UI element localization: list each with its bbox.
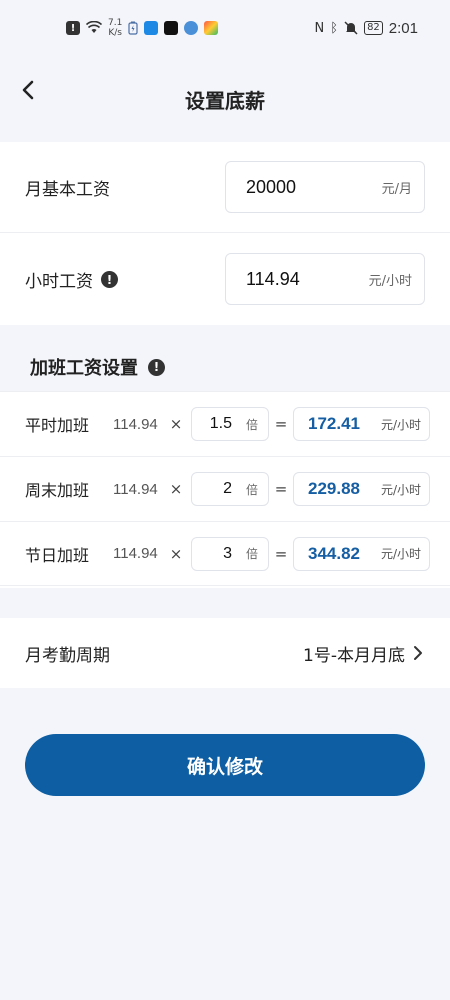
network-speed: 7.1 K/s [108,18,122,38]
multiplier-value[interactable]: 1.5 [210,415,232,433]
status-bar: ! 7.1 K/s N ᛒ 82 2:01 [0,0,450,56]
browser-app-icon [184,21,199,35]
overtime-base-rate: 114.94 [113,545,158,562]
monthly-salary-unit: 元/月 [381,181,412,197]
attendance-period-label: 月考勤周期 [25,645,110,666]
overtime-card: 平时加班 114.94 × 1.5 倍 = 172.41 元/小时 周末加班 1… [0,391,450,588]
overtime-row-weekend: 周末加班 114.94 × 2 倍 = 229.88 元/小时 [0,456,450,521]
overtime-result: 344.82 元/小时 [293,536,430,571]
wifi-icon [86,21,102,33]
monthly-salary-row: 月基本工资 20000 元/月 [0,142,450,233]
multiplier-input[interactable]: 2 倍 [191,472,269,506]
hourly-info-icon[interactable]: ! [101,271,118,288]
overtime-label: 周末加班 [25,481,90,500]
overtime-label: 平时加班 [25,416,90,435]
overtime-row-holiday: 节日加班 114.94 × 3 倍 = 344.82 元/小时 [0,521,450,586]
hourly-salary-row: 小时工资 ! 114.94 元/小时 [0,234,450,325]
overtime-base-rate: 114.94 [113,415,158,433]
overtime-result-value: 344.82 [308,543,360,563]
overtime-info-icon[interactable]: ! [148,358,165,376]
confirm-button[interactable]: 确认修改 [25,734,425,796]
overtime-result: 229.88 元/小时 [293,472,430,506]
battery-saver-icon [128,21,138,35]
alert-icon: ! [66,21,80,35]
hourly-salary-unit: 元/小时 [368,273,412,289]
equals-symbol: = [274,415,288,433]
attendance-period-value-group: 1号-本月月底 [303,641,425,666]
times-symbol: × [169,415,183,433]
equals-symbol: = [274,480,288,498]
mute-icon [344,21,358,35]
multiplier-unit: 倍 [245,482,258,497]
monthly-salary-value[interactable]: 20000 [246,177,296,198]
overtime-row-weekday: 平时加班 114.94 × 1.5 倍 = 172.41 元/小时 [0,391,450,456]
times-symbol: × [169,480,183,498]
overtime-label: 节日加班 [25,545,90,565]
chevron-right-icon [414,646,422,660]
bluetooth-icon: ᛒ [330,20,339,36]
overtime-result-value: 229.88 [308,479,360,498]
status-bar-left: ! 7.1 K/s [66,18,219,38]
multiplier-value[interactable]: 2 [223,480,232,498]
attendance-period-row[interactable]: 月考勤周期 1号-本月月底 [0,618,450,688]
salary-card: 月基本工资 20000 元/月 小时工资 ! 114.94 元/小时 [0,142,450,325]
overtime-result: 172.41 元/小时 [293,407,430,441]
attendance-period-value: 1号-本月月底 [303,645,405,666]
hourly-salary-label: 小时工资 [25,272,93,292]
monthly-salary-input[interactable]: 20000 元/月 [225,161,425,213]
multiplier-value[interactable]: 3 [223,545,232,563]
multiplier-input[interactable]: 1.5 倍 [191,407,269,441]
page-header: 设置底薪 [0,56,450,142]
network-speed-value: 7.1 [108,18,123,28]
hourly-salary-label-group: 小时工资 ! [25,267,118,292]
times-symbol: × [169,544,183,563]
status-bar-right: N ᛒ 82 2:01 [315,20,418,37]
overtime-section-title: 加班工资设置 ! [30,354,165,380]
equals-symbol: = [274,544,288,563]
cloud-app-icon [144,21,159,35]
battery-indicator: 82 [364,21,383,35]
gallery-app-icon [204,21,219,35]
multiplier-unit: 倍 [245,547,258,561]
multiplier-unit: 倍 [245,417,258,432]
overtime-result-unit: 元/小时 [380,547,421,561]
overtime-result-unit: 元/小时 [380,417,421,432]
nfc-icon: N [314,20,325,36]
status-time: 2:01 [388,19,418,37]
multiplier-input[interactable]: 3 倍 [191,536,269,571]
hourly-salary-value[interactable]: 114.94 [246,269,300,290]
hourly-salary-input[interactable]: 114.94 元/小时 [225,253,425,305]
monthly-salary-label: 月基本工资 [25,179,110,200]
back-icon[interactable] [16,76,44,104]
overtime-title-text: 加班工资设置 [30,358,138,379]
overtime-base-rate: 114.94 [113,480,158,498]
overtime-result-unit: 元/小时 [380,482,421,497]
network-speed-unit: K/s [108,28,122,38]
page-title: 设置底薪 [185,88,265,113]
tiktok-app-icon [164,21,179,35]
overtime-result-value: 172.41 [308,414,360,433]
